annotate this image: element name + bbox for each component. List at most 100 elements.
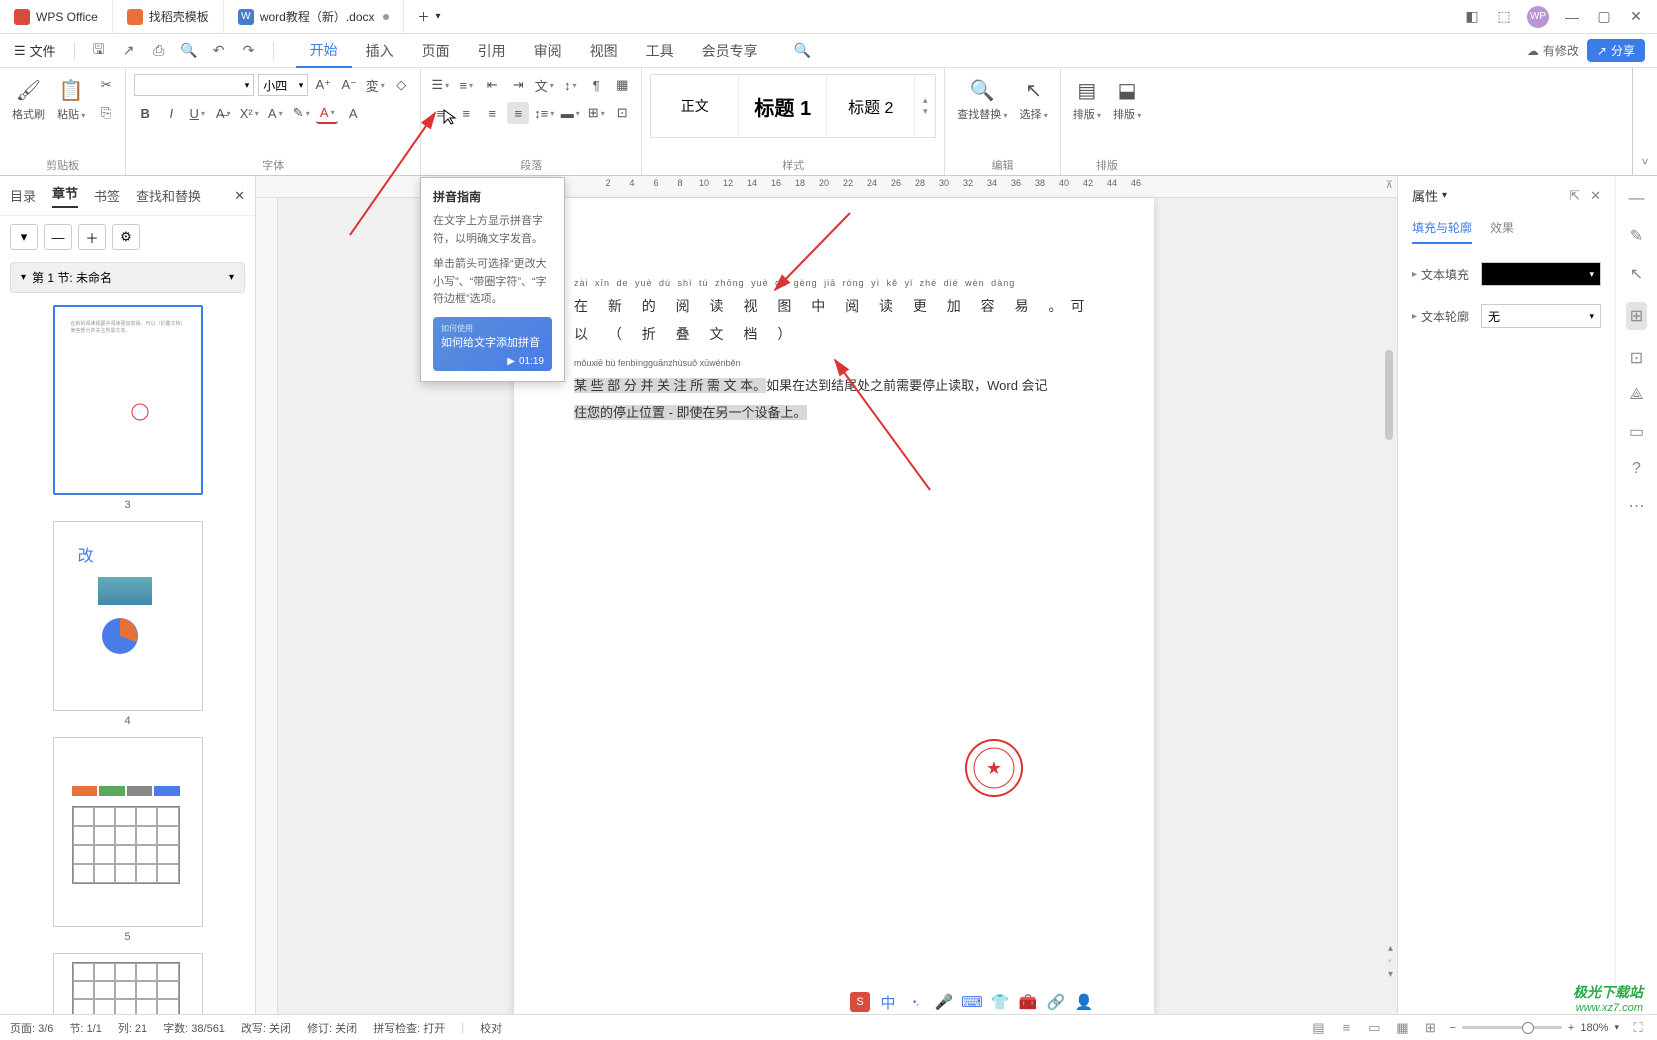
numbered-list-icon[interactable]: ≡ [455, 74, 477, 96]
align-justify-icon[interactable]: ≡ [507, 102, 529, 124]
thumbnail-page-6[interactable] [53, 953, 203, 1014]
paragraph-settings-icon[interactable]: ⊡ [611, 102, 633, 124]
view-print-icon[interactable]: ▤ [1309, 1019, 1327, 1037]
tab-icon[interactable]: ⊞ [585, 102, 607, 124]
shirt-icon[interactable]: 👕 [990, 992, 1010, 1012]
cut-icon[interactable]: ✂ [95, 74, 117, 96]
tab-insert[interactable]: 插入 [352, 34, 408, 68]
help-icon[interactable]: ? [1632, 460, 1641, 478]
tooltip-video[interactable]: 如何使用 如何给文字添加拼音 ▶ 01:19 [433, 317, 552, 371]
status-revision[interactable]: 修订: 关闭 [307, 1020, 357, 1036]
paste-button[interactable]: 📋 粘贴 ▾ [53, 74, 89, 124]
text-outline-combo[interactable]: 无 ▾ [1481, 304, 1601, 328]
maximize-icon[interactable]: ▢ [1595, 8, 1613, 26]
collapse-all-icon[interactable]: ▾ [10, 224, 38, 250]
document-page[interactable]: zài xīn de yuè dú shì tú zhōng yuè dú gè… [514, 198, 1154, 1014]
search-button[interactable]: 🔍 [780, 34, 825, 68]
style-heading1[interactable]: 标题 1 [739, 75, 827, 137]
sogou-ime-icon[interactable]: S [850, 992, 870, 1012]
tab-page[interactable]: 页面 [408, 34, 464, 68]
microphone-icon[interactable]: 🎤 [934, 992, 954, 1012]
char-shading-icon[interactable]: A [342, 102, 364, 124]
redo-icon[interactable]: ↷ [237, 39, 261, 63]
thumbnail-page-3[interactable]: 在新的阅读视图中阅读更加容易。可以（折叠文档）某些部分并关注所需文本。 3 [53, 305, 203, 511]
section-settings-icon[interactable]: ⚙ [112, 224, 140, 250]
copy-icon[interactable]: ⎘ [95, 102, 117, 124]
status-section[interactable]: 节: 1/1 [69, 1020, 101, 1036]
ime-punct-icon[interactable]: •, [906, 992, 926, 1012]
new-tab-button[interactable]: ＋ ▾ [404, 0, 455, 33]
panel-icon[interactable]: ◧ [1463, 8, 1481, 26]
status-overwrite[interactable]: 改写: 关闭 [241, 1020, 291, 1036]
sort-icon[interactable]: ↕ [559, 74, 581, 96]
arrange-button[interactable]: ▤ 排版 ▾ [1069, 74, 1105, 124]
scrollbar-thumb[interactable] [1385, 350, 1393, 440]
ribbon-collapse-icon[interactable]: ˅ [1641, 155, 1648, 169]
bold-button[interactable]: B [134, 102, 156, 124]
app-tab-wps[interactable]: WPS Office [0, 0, 113, 33]
ime-lang-icon[interactable]: 中 [878, 992, 898, 1012]
text-outline-label[interactable]: 文本轮廓 [1412, 308, 1469, 325]
file-menu[interactable]: ☰ 文件 [8, 41, 62, 60]
status-page[interactable]: 页面: 3/6 [10, 1020, 53, 1036]
section-header[interactable]: ▾ 第 1 节: 未命名 ▾ [10, 262, 245, 293]
styles-scroll-up-icon[interactable]: ▴ [915, 95, 935, 106]
tab-view[interactable]: 视图 [576, 34, 632, 68]
shrink-font-icon[interactable]: A⁻ [338, 74, 360, 96]
styles-gallery[interactable]: 正文 标题 1 标题 2 ▴ ▾ [650, 74, 936, 138]
status-words[interactable]: 字数: 38/561 [163, 1020, 225, 1036]
tab-review[interactable]: 审阅 [520, 34, 576, 68]
decrease-indent-icon[interactable]: ⇤ [481, 74, 503, 96]
vertical-scrollbar[interactable] [1385, 200, 1395, 600]
tab-start[interactable]: 开始 [296, 34, 352, 68]
nav-close-icon[interactable]: ✕ [234, 188, 245, 204]
tab-reference[interactable]: 引用 [464, 34, 520, 68]
tab-tools[interactable]: 工具 [632, 34, 688, 68]
cursor-icon[interactable]: ↖ [1630, 264, 1643, 284]
print-icon[interactable]: ⎙ [147, 39, 171, 63]
nav-tab-findreplace[interactable]: 查找和替换 [136, 186, 201, 205]
close-icon[interactable]: ✕ [1627, 8, 1645, 26]
font-color-button[interactable]: A [316, 102, 338, 124]
add-section-icon[interactable]: ＋ [78, 224, 106, 250]
camera-icon[interactable]: ⊡ [1630, 348, 1643, 368]
vertical-ruler[interactable] [256, 198, 278, 1014]
nav-tab-bookmarks[interactable]: 书签 [94, 186, 120, 205]
zoom-slider[interactable] [1462, 1026, 1562, 1029]
find-replace-button[interactable]: 🔍 查找替换 ▾ [953, 74, 1011, 124]
borders-icon[interactable]: ▦ [611, 74, 633, 96]
person-icon[interactable]: 👤 [1074, 992, 1094, 1012]
print-preview-icon[interactable]: 🔍 [177, 39, 201, 63]
status-column[interactable]: 列: 21 [118, 1020, 147, 1036]
tab-member[interactable]: 会员专享 [688, 34, 772, 68]
page-nav-icon[interactable]: ◦ [1388, 956, 1393, 967]
rp-tab-fill-outline[interactable]: 填充与轮廓 [1412, 219, 1472, 244]
clear-format-icon[interactable]: ◇ [390, 74, 412, 96]
bullet-list-icon[interactable]: ☰ [429, 74, 451, 96]
pin-icon[interactable]: ⇱ [1569, 188, 1580, 204]
more-icon[interactable]: ⋯ [1629, 496, 1645, 516]
close-panel-icon[interactable]: ✕ [1590, 188, 1601, 204]
delete-section-icon[interactable]: — [44, 224, 72, 250]
italic-button[interactable]: I [160, 102, 182, 124]
minimize-icon[interactable]: — [1563, 8, 1581, 26]
document-tab[interactable]: W word教程（新）.docx [224, 0, 404, 33]
font-name-combo[interactable]: ▾ [134, 74, 254, 96]
page-up-icon[interactable]: ▴ [1388, 943, 1393, 954]
undo-icon[interactable]: ↶ [207, 39, 231, 63]
grow-font-icon[interactable]: A⁺ [312, 74, 334, 96]
strikethrough-button[interactable]: A̶ [212, 102, 234, 124]
increase-indent-icon[interactable]: ⇥ [507, 74, 529, 96]
arrange2-button[interactable]: ⬓ 排版 ▾ [1109, 74, 1145, 124]
status-spellcheck[interactable]: 拼写检查: 打开 [373, 1020, 445, 1036]
save-icon[interactable]: 🖫 [87, 39, 111, 63]
thumbnail-page-5[interactable]: 5 [53, 737, 203, 943]
nav-tab-toc[interactable]: 目录 [10, 186, 36, 205]
app-tab-templates[interactable]: 找稻壳模板 [113, 0, 224, 33]
book-icon[interactable]: ▭ [1629, 422, 1644, 442]
fullscreen-icon[interactable]: ⛶ [1629, 1019, 1647, 1037]
rp-tab-effects[interactable]: 效果 [1490, 219, 1514, 244]
view-focus-icon[interactable]: ⊞ [1421, 1019, 1439, 1037]
font-size-combo[interactable]: 小四 ▾ [258, 74, 308, 96]
has-changes-indicator[interactable]: ☁ 有修改 [1527, 42, 1579, 59]
